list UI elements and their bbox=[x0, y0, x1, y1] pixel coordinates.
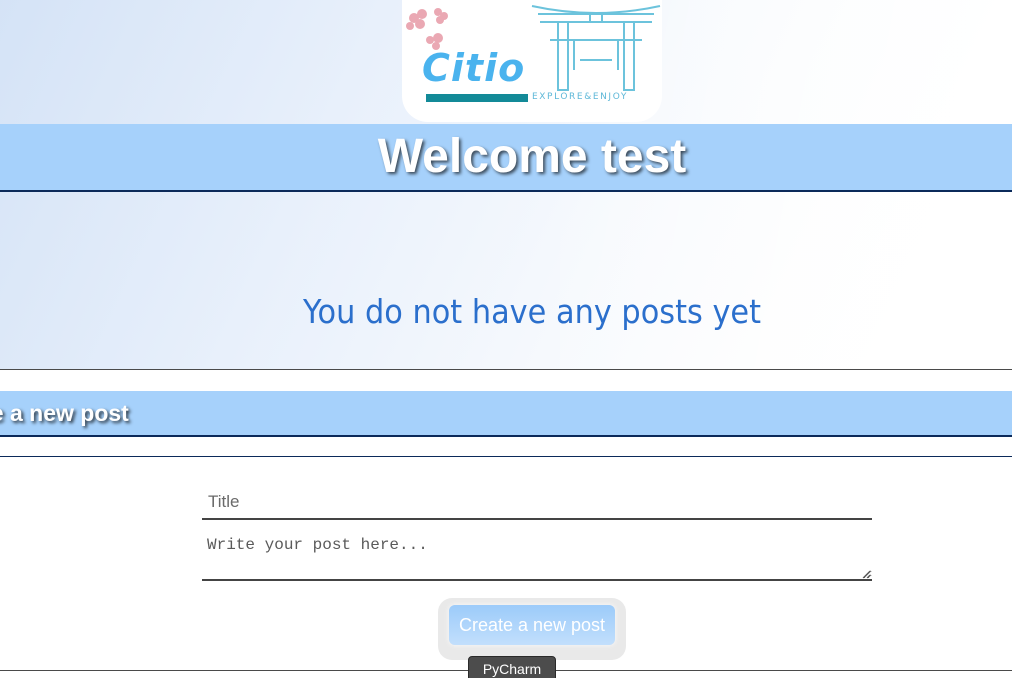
empty-posts-message: You do not have any posts yet bbox=[302, 292, 762, 331]
torii-gate-icon bbox=[531, 5, 661, 91]
resize-handle-icon[interactable] bbox=[861, 569, 871, 579]
form-divider bbox=[0, 456, 1012, 457]
logo-underline bbox=[426, 94, 528, 102]
new-post-banner: Create a new post bbox=[0, 391, 1012, 437]
posts-divider bbox=[0, 369, 1012, 370]
pycharm-tooltip: PyCharm bbox=[468, 656, 556, 678]
site-logo[interactable]: Citio EXPLORE&ENJOY bbox=[402, 0, 662, 122]
welcome-heading: Welcome test bbox=[377, 130, 687, 183]
post-body-textarea[interactable] bbox=[202, 530, 872, 581]
post-title-input[interactable] bbox=[202, 486, 872, 520]
new-post-heading: Create a new post bbox=[0, 400, 129, 426]
welcome-banner: Welcome test bbox=[0, 124, 1012, 192]
logo-tagline: EXPLORE&ENJOY bbox=[532, 92, 628, 102]
create-post-button[interactable]: Create a new post bbox=[449, 605, 615, 645]
logo-wordmark: Citio bbox=[422, 46, 526, 90]
